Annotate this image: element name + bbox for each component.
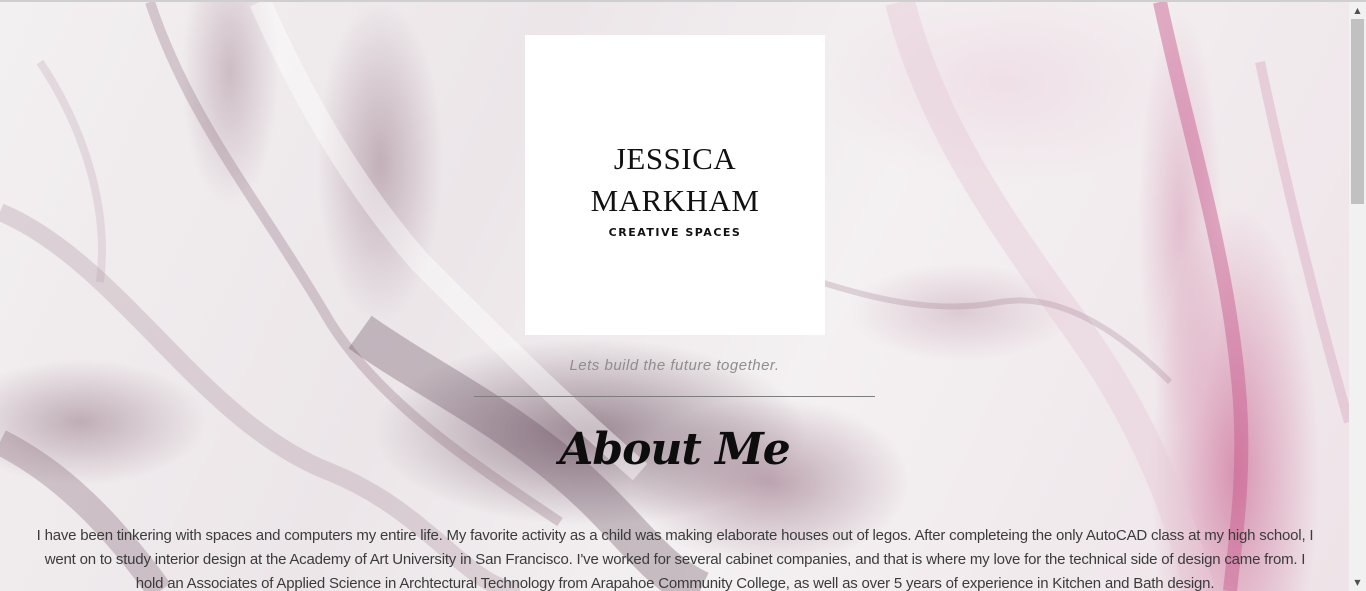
tagline: Lets build the future together.: [569, 357, 780, 374]
scroll-down-icon[interactable]: ▼: [1349, 574, 1366, 591]
section-divider: [474, 396, 875, 397]
logo-name-line-1: JESSICA: [613, 141, 737, 176]
vertical-scrollbar[interactable]: ▲ ▼: [1349, 2, 1366, 591]
logo-name-line-2: MARKHAM: [590, 183, 760, 218]
logo-card: JESSICA MARKHAM CREATIVE SPACES: [525, 35, 825, 335]
scroll-up-icon[interactable]: ▲: [1349, 2, 1366, 19]
page-viewport: JESSICA MARKHAM CREATIVE SPACES Lets bui…: [0, 2, 1349, 591]
logo-subtitle: CREATIVE SPACES: [608, 226, 742, 239]
scroll-thumb[interactable]: [1351, 19, 1364, 204]
about-paragraph: I have been tinkering with spaces and co…: [36, 527, 1314, 591]
logo-name: JESSICA MARKHAM: [525, 138, 825, 222]
about-heading: About Me: [559, 424, 791, 475]
